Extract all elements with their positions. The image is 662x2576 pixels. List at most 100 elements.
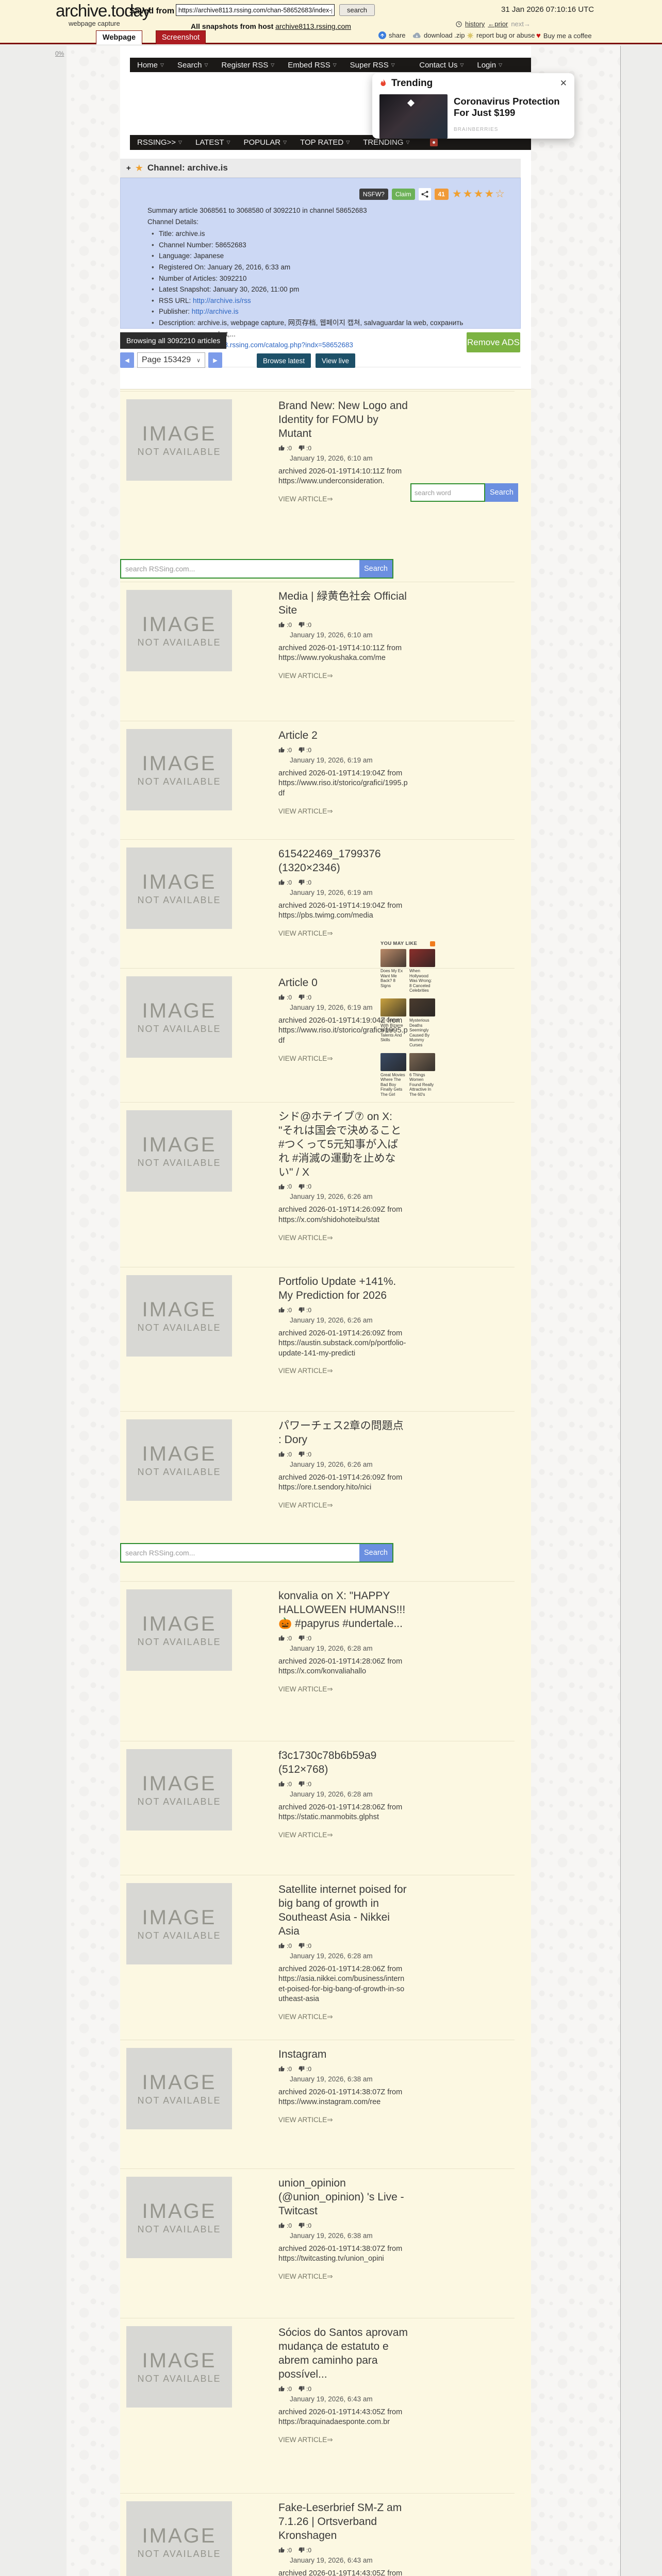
nsfw-button[interactable]: NSFW? <box>359 188 388 200</box>
host-link[interactable]: archive8113.rssing.com <box>275 22 351 30</box>
entry-title-link[interactable]: 615422469_1799376 (1320×2346) <box>278 848 408 875</box>
entry-title-link[interactable]: Brand New: New Logo and Identity for FOM… <box>278 399 408 441</box>
entry-title-link[interactable]: Article 2 <box>278 729 408 743</box>
entry-title-link[interactable]: Fake-Leserbrief SM-Z am 7.1.26 | Ortsver… <box>278 2501 408 2543</box>
entry-title-link[interactable]: union_opinion (@union_opinion) 's Live -… <box>278 2177 408 2218</box>
entry-thumbnail-placeholder[interactable]: IMAGE NOT AVAILABLE <box>126 1589 232 1671</box>
entry-thumbnail-placeholder[interactable]: IMAGE NOT AVAILABLE <box>126 976 232 1058</box>
entry-thumbnail-placeholder[interactable]: IMAGE NOT AVAILABLE <box>126 1110 232 1192</box>
history-link[interactable]: history <box>465 20 485 28</box>
page-select[interactable]: Page 153429 ∨ <box>137 352 205 368</box>
entry-title-link[interactable]: シド@ホテイブ⑦ on X: "それは国会で決めること #つくって5元知事が入ば… <box>278 1110 408 1179</box>
entry-title-link[interactable]: Media | 緑黄色社会 Official Site <box>278 590 408 618</box>
download-zip-action[interactable]: download .zip <box>412 31 465 39</box>
nav-latest[interactable]: LATEST ▽ <box>195 138 230 147</box>
view-article-link[interactable]: VIEW ARTICLE⇒ <box>278 1685 408 1693</box>
entry-title-link[interactable]: Portfolio Update +141%. My Prediction fo… <box>278 1275 408 1303</box>
entry-title-link[interactable]: f3c1730c78b6b59a9 (512×768) <box>278 1749 408 1777</box>
view-article-link[interactable]: VIEW ARTICLE⇒ <box>278 495 408 503</box>
entry-thumbnail-placeholder[interactable]: IMAGE NOT AVAILABLE <box>126 2326 232 2408</box>
feed-search-button[interactable]: Search <box>359 560 392 578</box>
entry-thumbnail-placeholder[interactable]: IMAGE NOT AVAILABLE <box>126 1419 232 1501</box>
nav-register-rss[interactable]: Register RSS ▽ <box>221 61 274 70</box>
view-article-link[interactable]: VIEW ARTICLE⇒ <box>278 929 408 938</box>
entry-title-link[interactable]: konvalia on X: "HAPPY HALLOWEEN HUMANS!!… <box>278 1589 408 1631</box>
nav-badge-icon[interactable] <box>430 139 438 146</box>
view-article-link[interactable]: VIEW ARTICLE⇒ <box>278 2273 408 2281</box>
report-bug-action[interactable]: report bug or abuse <box>467 31 535 39</box>
promo-item[interactable]: When Hollywood Was Wrong: 8 Canceled Cel… <box>409 949 435 993</box>
entry-thumbnail-placeholder[interactable]: IMAGE NOT AVAILABLE <box>126 1275 232 1357</box>
promo-item[interactable]: 6 Things Women Found Really Attractive I… <box>409 1053 435 1097</box>
entry-thumbnail-placeholder[interactable]: IMAGE NOT AVAILABLE <box>126 1749 232 1831</box>
view-article-link[interactable]: VIEW ARTICLE⇒ <box>278 1831 408 1839</box>
detail-rss-url: RSS URL: http://archive.is/rss <box>152 295 498 307</box>
view-article-link[interactable]: VIEW ARTICLE⇒ <box>278 672 408 680</box>
remove-ads-button[interactable]: Remove ADS <box>467 332 520 352</box>
score-badge[interactable]: 41 <box>434 188 449 200</box>
entry-thumbnail-placeholder[interactable]: IMAGE NOT AVAILABLE <box>126 2177 232 2258</box>
nav-super-rss[interactable]: Super RSS ▽ <box>350 61 395 70</box>
saved-url-input[interactable] <box>176 4 335 16</box>
expand-icon[interactable]: + <box>126 164 131 173</box>
share-channel-button[interactable] <box>418 188 431 200</box>
entry-title-link[interactable]: Satellite internet poised for big bang o… <box>278 1883 408 1939</box>
load-progress[interactable]: 0% <box>55 50 64 57</box>
nav-login[interactable]: Login ▽ <box>477 61 502 70</box>
entry-thumbnail-placeholder[interactable]: IMAGE NOT AVAILABLE <box>126 1883 232 1964</box>
buy-coffee-action[interactable]: ♥ Buy me a coffee <box>536 31 592 40</box>
share-action[interactable]: share <box>378 31 406 39</box>
view-article-link[interactable]: VIEW ARTICLE⇒ <box>278 2436 408 2444</box>
tab-webpage[interactable]: Webpage <box>96 30 142 44</box>
view-live-button[interactable]: View live <box>316 353 356 368</box>
prior-link[interactable]: ←prior <box>488 20 508 28</box>
nav-embed-rss[interactable]: Embed RSS ▽ <box>288 61 336 70</box>
prev-page-button[interactable]: ◀ <box>120 352 134 368</box>
view-article-link[interactable]: VIEW ARTICLE⇒ <box>278 1501 408 1510</box>
nav-home[interactable]: Home ▽ <box>137 61 164 70</box>
entry-thumbnail-placeholder[interactable]: IMAGE NOT AVAILABLE <box>126 399 232 481</box>
promo-item[interactable]: Mysterious Deaths Seemingly Caused By Mu… <box>409 998 435 1048</box>
claim-button[interactable]: Claim <box>391 188 415 200</box>
detail-channel-number: Channel Number: 58652683 <box>152 240 498 251</box>
rss-url-link[interactable]: http://archive.is/rss <box>191 297 251 304</box>
tab-screenshot[interactable]: Screenshot <box>156 30 206 44</box>
entry-thumbnail-placeholder[interactable]: IMAGE NOT AVAILABLE <box>126 729 232 810</box>
nav-rssing[interactable]: RSSING>> ▽ <box>137 138 182 147</box>
nav-contact-us[interactable]: Contact Us ▽ <box>419 61 464 70</box>
view-article-link[interactable]: VIEW ARTICLE⇒ <box>278 1367 408 1375</box>
header-search-button[interactable]: search <box>339 4 375 16</box>
view-article-link[interactable]: VIEW ARTICLE⇒ <box>278 1055 408 1063</box>
favorite-star-icon[interactable]: ★ <box>135 163 143 174</box>
entry-title-link[interactable]: Instagram <box>278 2048 408 2062</box>
feed-search-input[interactable] <box>121 1544 359 1562</box>
feed-search-input[interactable] <box>121 560 359 578</box>
publisher-link[interactable]: http://archive.is <box>190 308 239 315</box>
entry-title-link[interactable]: Article 0 <box>278 976 408 990</box>
next-page-button[interactable]: ▶ <box>208 352 222 368</box>
star-rating[interactable]: ★★★★☆ <box>452 188 506 200</box>
sidebar-search-input[interactable] <box>410 483 485 502</box>
view-article-link[interactable]: VIEW ARTICLE⇒ <box>278 2013 408 2021</box>
nav-search[interactable]: Search ▽ <box>177 61 208 70</box>
entry-thumbnail-placeholder[interactable]: IMAGE NOT AVAILABLE <box>126 590 232 671</box>
entry-thumbnail-placeholder[interactable]: IMAGE NOT AVAILABLE <box>126 2501 232 2576</box>
view-article-link[interactable]: VIEW ARTICLE⇒ <box>278 1234 408 1242</box>
nav-popular[interactable]: POPULAR ▽ <box>243 138 287 147</box>
nav-top-rated[interactable]: TOP RATED ▽ <box>300 138 350 147</box>
browse-latest-button[interactable]: Browse latest <box>257 353 311 368</box>
trending-ad-title[interactable]: Coronavirus Protection For Just $199 <box>454 96 567 118</box>
entry-title-link[interactable]: パワーチェス2章の問題点 : Dory <box>278 1419 408 1447</box>
trending-ad-image[interactable] <box>379 94 448 139</box>
close-icon[interactable]: ✕ <box>560 78 567 89</box>
next-link[interactable]: next→ <box>511 20 531 28</box>
entry-thumbnail-placeholder[interactable]: IMAGE NOT AVAILABLE <box>126 848 232 929</box>
view-article-link[interactable]: VIEW ARTICLE⇒ <box>278 807 408 816</box>
view-article-link[interactable]: VIEW ARTICLE⇒ <box>278 2116 408 2124</box>
mgid-logo-icon[interactable] <box>430 941 435 946</box>
entry-thumbnail-placeholder[interactable]: IMAGE NOT AVAILABLE <box>126 2048 232 2129</box>
feed-search-button[interactable]: Search <box>359 1544 392 1562</box>
sidebar-search-button[interactable]: Search <box>485 483 518 502</box>
entry-title-link[interactable]: Sócios do Santos aprovam mudança de esta… <box>278 2326 408 2382</box>
nav-trending[interactable]: TRENDING ▽ <box>363 138 409 147</box>
